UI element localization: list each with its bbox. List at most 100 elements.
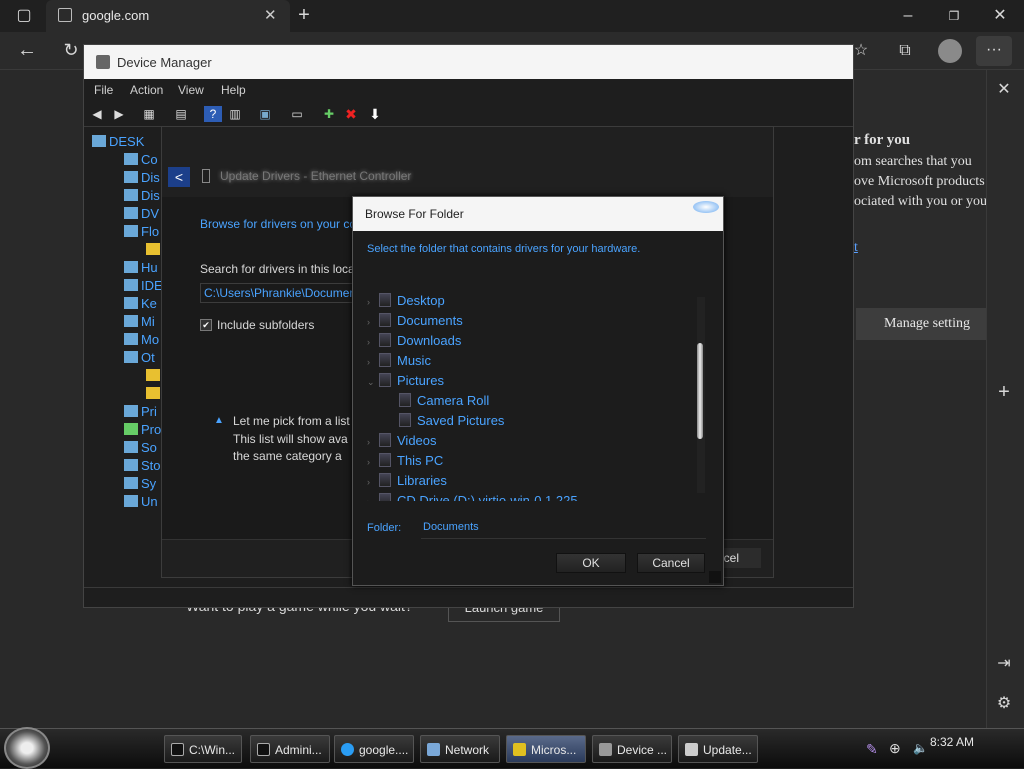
tree-item[interactable]: Dis (124, 187, 160, 205)
taskbar-item-device-manager[interactable]: Device ... (592, 735, 672, 763)
close-window-icon[interactable]: ✕ (990, 6, 1010, 26)
uninstall-icon[interactable]: ✖ (342, 106, 360, 122)
folder-music[interactable]: › Music (367, 351, 431, 371)
menu-action[interactable]: Action (130, 83, 163, 97)
start-button[interactable] (4, 727, 50, 769)
tree-item[interactable]: Sto (124, 457, 161, 475)
tree-item[interactable]: Ot (124, 349, 155, 367)
tree-item[interactable]: Co (124, 151, 158, 169)
chevron-right-icon[interactable]: › (367, 352, 379, 372)
refresh-icon[interactable]: ↻ (60, 40, 82, 60)
tree-item[interactable]: Pro (124, 421, 161, 439)
back-arrow-icon[interactable]: ◀ (88, 106, 106, 122)
chevron-right-icon[interactable]: › (367, 452, 379, 472)
resize-grip[interactable] (709, 571, 721, 583)
folder-pictures[interactable]: ⌄ Pictures (367, 371, 444, 391)
add-legacy-icon[interactable]: ✚ (320, 106, 338, 122)
gear-icon[interactable]: ⚙ (989, 694, 1019, 714)
folder-cd-drive[interactable]: ›CD Drive (D:) virtio-win-0.1.225 (367, 491, 578, 501)
taskbar-item-admin[interactable]: Admini... (250, 735, 330, 763)
toolbar: ◀ ▶ ▦ ▤ ? ▥ ▣ ▭ ✚ ✖ ⬇ (84, 101, 853, 127)
folder-videos[interactable]: › Videos (367, 431, 437, 451)
taskbar-item-microsoft[interactable]: Micros... (506, 735, 586, 763)
taskbar-item-update[interactable]: Update... (678, 735, 758, 763)
chevron-right-icon[interactable]: › (367, 492, 379, 501)
forward-arrow-icon[interactable]: ▶ (110, 106, 128, 122)
menu-help[interactable]: Help (221, 83, 246, 97)
dialog-title[interactable]: Browse For Folder (353, 197, 723, 231)
keyboard-icon (124, 297, 138, 309)
pick-from-list-link[interactable]: Let me pick from a list (233, 414, 350, 428)
tree-item[interactable]: Pri (124, 403, 157, 421)
show-hide-tree-icon[interactable]: ▦ (140, 106, 158, 122)
new-tab-icon[interactable]: + (294, 5, 314, 25)
tree-item[interactable]: IDE (124, 277, 161, 295)
action-pane-icon[interactable]: ▥ (226, 106, 244, 122)
wizard-back-button[interactable]: < (168, 167, 190, 187)
chevron-right-icon[interactable]: › (367, 432, 379, 452)
close-tab-icon[interactable]: ✕ (264, 6, 277, 24)
tree-item[interactable]: Ke (124, 295, 157, 313)
taskbar-item-network[interactable]: Network (420, 735, 500, 763)
chevron-right-icon[interactable]: › (367, 332, 379, 352)
browser-tab[interactable]: google.com ✕ (46, 0, 290, 32)
taskbar-item-edge[interactable]: google.... (334, 735, 414, 763)
ok-button[interactable]: OK (556, 553, 626, 573)
feather-icon[interactable]: ✎ (866, 741, 878, 758)
scan-hardware-icon[interactable]: ▭ (288, 106, 306, 122)
menu-file[interactable]: File (94, 83, 113, 97)
folder-downloads[interactable]: › Downloads (367, 331, 461, 351)
folder-value-field[interactable]: Documents (421, 517, 706, 539)
menu-view[interactable]: View (178, 83, 204, 97)
chevron-down-icon[interactable]: ⌄ (367, 372, 379, 392)
include-subfolders-checkbox[interactable]: ✔ (200, 319, 212, 331)
collections-icon[interactable]: ⧉ (894, 41, 916, 61)
settings-more-icon[interactable]: ··· (976, 36, 1012, 66)
tab-actions-icon[interactable]: ▢ (14, 6, 34, 26)
side-panel-link[interactable]: t (854, 240, 858, 256)
tree-item[interactable] (146, 367, 161, 385)
update-driver-icon[interactable]: ▣ (256, 106, 274, 122)
manage-settings-button[interactable]: Manage setting (856, 308, 998, 340)
tree-item[interactable] (146, 385, 161, 403)
tree-item[interactable]: Un (124, 493, 158, 511)
folder-desktop[interactable]: › Desktop (367, 291, 445, 311)
volume-muted-icon[interactable]: 🔈 (913, 741, 928, 755)
chevron-right-icon[interactable]: › (367, 472, 379, 492)
clock[interactable]: 8:32 AM (930, 735, 974, 749)
driver-path-input[interactable]: C:\Users\Phrankie\Documer (200, 283, 360, 303)
folder-libraries[interactable]: › Libraries (367, 471, 447, 491)
tree-item[interactable]: Sy (124, 475, 156, 493)
restore-icon[interactable]: ❐ (944, 6, 964, 26)
help-icon[interactable]: ? (204, 106, 222, 122)
tree-item[interactable]: So (124, 439, 157, 457)
properties-icon[interactable]: ▤ (172, 106, 190, 122)
tree-item[interactable]: Hu (124, 259, 158, 277)
expand-icon[interactable]: ⇥ (989, 654, 1019, 674)
tree-root[interactable]: DESK (92, 133, 144, 151)
scrollbar-thumb[interactable] (697, 343, 703, 439)
tree-item[interactable] (146, 241, 161, 259)
folder-camera-roll[interactable]: Camera Roll (387, 391, 489, 411)
close-panel-icon[interactable]: ✕ (989, 80, 1019, 100)
tree-item[interactable]: Mi (124, 313, 155, 331)
add-icon[interactable]: + (989, 382, 1019, 402)
chevron-right-icon[interactable]: › (367, 292, 379, 312)
tree-item[interactable]: DV (124, 205, 159, 223)
minimize-icon[interactable]: – (898, 6, 918, 26)
cancel-button[interactable]: Cancel (637, 553, 705, 573)
folder-this-pc[interactable]: › This PC (367, 451, 443, 471)
taskbar-item-cmd[interactable]: C:\Win... (164, 735, 242, 763)
folder-saved-pictures[interactable]: Saved Pictures (387, 411, 504, 431)
chevron-right-icon[interactable]: › (367, 312, 379, 332)
download-icon[interactable]: ⬇ (366, 106, 384, 122)
tree-item[interactable]: Dis (124, 169, 160, 187)
menu-bar: File Action View Help (84, 79, 853, 101)
back-icon[interactable]: ← (16, 40, 38, 60)
tree-item[interactable]: Mo (124, 331, 159, 349)
device-manager-titlebar[interactable]: Device Manager (84, 45, 853, 79)
globe-icon[interactable]: ⊕ (889, 740, 901, 757)
folder-documents[interactable]: › Documents (367, 311, 463, 331)
tree-item[interactable]: Flo (124, 223, 159, 241)
profile-avatar[interactable] (938, 39, 962, 63)
